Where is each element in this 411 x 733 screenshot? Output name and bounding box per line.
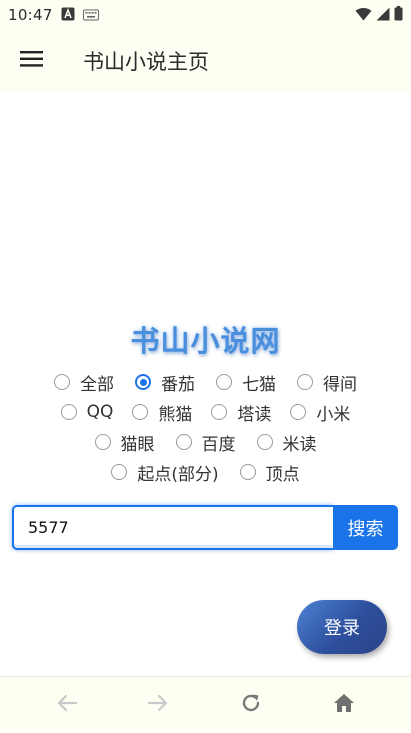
source-option-fanqie[interactable]: 番茄 xyxy=(135,369,195,395)
radio-label: 番茄 xyxy=(161,374,195,395)
radio-button[interactable] xyxy=(54,374,70,390)
source-row-2: QQ 熊猫 塔读 小米 xyxy=(0,399,411,425)
search-button[interactable]: 搜索 xyxy=(333,505,398,550)
a-notification-icon xyxy=(61,6,75,25)
hamburger-menu-icon xyxy=(20,50,44,72)
source-option-xiaomi[interactable]: 小米 xyxy=(290,399,350,425)
radio-label: 起点(部分) xyxy=(137,464,219,485)
radio-button[interactable] xyxy=(60,404,77,420)
forward-arrow-icon xyxy=(147,694,169,716)
radio-label: 米读 xyxy=(282,434,317,455)
radio-button[interactable] xyxy=(211,404,228,420)
login-button[interactable]: 登录 xyxy=(297,600,387,654)
bottom-nav xyxy=(0,676,411,732)
battery-icon xyxy=(394,5,403,25)
source-option-baidu[interactable]: 百度 xyxy=(175,429,236,455)
source-row-3: 猫眼 百度 米读 xyxy=(0,429,411,455)
reload-button[interactable] xyxy=(229,677,273,733)
source-option-qidian[interactable]: 起点(部分) xyxy=(111,459,219,485)
status-right-icons xyxy=(355,5,403,25)
radio-button[interactable] xyxy=(297,374,313,390)
radio-label: 得间 xyxy=(323,374,357,395)
radio-button[interactable] xyxy=(175,434,192,450)
source-option-dejian[interactable]: 得间 xyxy=(297,369,357,395)
home-button[interactable] xyxy=(322,677,366,733)
radio-button[interactable] xyxy=(111,464,128,480)
source-row-1: 全部 番茄 七猫 得间 xyxy=(0,369,411,395)
site-title: 书山小说网 xyxy=(130,324,281,358)
radio-label: 全部 xyxy=(80,374,114,395)
menu-button[interactable] xyxy=(0,30,64,92)
radio-label: 猫眼 xyxy=(120,434,155,455)
radio-button-selected[interactable] xyxy=(135,374,151,390)
source-option-qimao[interactable]: 七猫 xyxy=(216,369,276,395)
reload-icon xyxy=(240,692,262,718)
forward-button[interactable] xyxy=(136,677,180,733)
page-title: 书山小说主页 xyxy=(83,50,209,74)
source-option-maoyan[interactable]: 猫眼 xyxy=(94,429,155,455)
source-option-midu[interactable]: 米读 xyxy=(256,429,317,455)
radio-button[interactable] xyxy=(290,404,307,420)
wifi-icon xyxy=(355,6,372,25)
source-option-tadu[interactable]: 塔读 xyxy=(211,399,271,425)
keyboard-icon xyxy=(82,6,99,25)
app-bar: 书山小说主页 xyxy=(0,30,411,92)
status-bar: 10:47 xyxy=(0,0,411,30)
radio-button[interactable] xyxy=(216,374,232,390)
search-input[interactable] xyxy=(12,505,333,550)
radio-button[interactable] xyxy=(256,434,273,450)
source-row-4: 起点(部分) 顶点 xyxy=(0,459,411,485)
back-button[interactable] xyxy=(45,677,89,733)
source-option-all[interactable]: 全部 xyxy=(54,369,114,395)
back-arrow-icon xyxy=(56,694,78,716)
status-left-icons xyxy=(61,6,99,25)
home-icon xyxy=(333,693,355,717)
radio-button[interactable] xyxy=(239,464,256,480)
source-option-dingdian[interactable]: 顶点 xyxy=(239,459,300,485)
status-time: 10:47 xyxy=(8,6,53,24)
radio-label: 顶点 xyxy=(265,464,300,485)
radio-label: 熊猫 xyxy=(158,404,193,425)
radio-label: 七猫 xyxy=(242,374,276,395)
source-option-xiongmao[interactable]: 熊猫 xyxy=(132,399,192,425)
radio-label: QQ xyxy=(86,402,114,422)
signal-icon xyxy=(376,6,390,25)
radio-button[interactable] xyxy=(94,434,111,450)
radio-label: 塔读 xyxy=(237,404,272,425)
source-option-qq[interactable]: QQ xyxy=(60,399,114,425)
radio-button[interactable] xyxy=(132,404,149,420)
search-bar: 搜索 xyxy=(12,505,398,550)
radio-label: 小米 xyxy=(316,404,351,425)
radio-label: 百度 xyxy=(201,434,236,455)
